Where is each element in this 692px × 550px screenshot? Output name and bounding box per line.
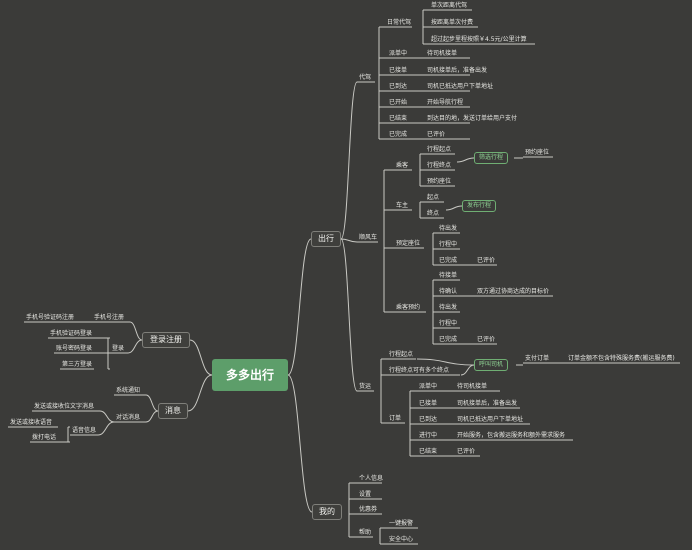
message-voice[interactable]: 语音信息 [72, 427, 96, 435]
huoyun-state-1[interactable]: 派单中 [419, 383, 437, 391]
daijia-daily-3[interactable]: 超过起步里程按照￥4.5元/公里计算 [431, 36, 527, 44]
mine-profile[interactable]: 个人信息 [359, 475, 383, 483]
shunfeng-d-end[interactable]: 终点 [427, 210, 439, 218]
shunfeng-r-2[interactable]: 行程中 [439, 241, 457, 249]
huoyun-desc-1: 待司机接单 [457, 383, 488, 390]
huoyun-call-tag[interactable]: 呼叫司机 [474, 359, 509, 371]
shunfeng-r-3[interactable]: 已完成 [439, 257, 457, 265]
login-reg-link [129, 321, 143, 341]
huoyun-state-5[interactable]: 已结束 [419, 448, 437, 456]
daijia-daily-2[interactable]: 按距离单次付费 [431, 19, 473, 27]
daijia-state-2[interactable]: 已接单 [389, 67, 407, 75]
msg-voice-link [97, 421, 115, 436]
daijia-daily-1[interactable]: 单次距离代驾 [431, 2, 467, 10]
shunfeng-publish-tag[interactable]: 发布行程 [462, 200, 497, 212]
root-to-message [187, 374, 213, 412]
mine-help-sos[interactable]: 一键报警 [389, 520, 413, 528]
huoyun-start[interactable]: 行程起点 [389, 351, 413, 359]
daijia-state-3[interactable]: 已到达 [389, 83, 407, 91]
filter-link [456, 157, 475, 163]
daijia-desc-2: 司机接单后，准备出发 [427, 67, 488, 74]
shunfeng-passenger[interactable]: 乘客 [396, 162, 408, 170]
daijia-state-1[interactable]: 派单中 [389, 50, 407, 58]
shunfeng-reserve[interactable]: 预定座位 [396, 240, 420, 248]
mine-help[interactable]: 帮助 [359, 529, 371, 537]
shunfeng-d-start[interactable]: 起点 [427, 194, 439, 202]
shunfeng-x-4[interactable]: 行程中 [439, 320, 457, 328]
message-voice-send[interactable]: 发送或接收语音 [10, 419, 52, 427]
daijia-desc-4: 开始导航行程 [427, 99, 464, 106]
login-signin[interactable]: 登录 [112, 345, 124, 353]
huoyun-desc-3: 司机已抵达用户下单地址 [457, 416, 524, 423]
daijia[interactable]: 代驾 [359, 74, 371, 82]
shunfeng-x-5[interactable]: 已完成 [439, 336, 457, 344]
daijia-desc-5: 到达目的地，发送订单给用户支付 [427, 115, 518, 122]
huoyun-ends[interactable]: 行程终点可有多个终点 [389, 367, 449, 375]
shunfeng-r-eval: 已评价 [477, 257, 496, 264]
mine-settings[interactable]: 设置 [359, 491, 371, 499]
shunfeng-p-next[interactable]: 预约座位 [525, 149, 549, 157]
message-dialog-text[interactable]: 发送或接收位文字消息 [34, 403, 94, 411]
daijia-state-4[interactable]: 已开始 [389, 99, 407, 107]
shunfeng-x-eval: 已评价 [477, 336, 496, 343]
huoyun-pay-note: 订单金额不包含特殊服务费(搬运服务费) [568, 355, 675, 362]
mine-coupons[interactable]: 优惠券 [359, 506, 377, 514]
root-to-travel [287, 238, 312, 376]
huoyun-state-2[interactable]: 已接单 [419, 400, 437, 408]
topic-message[interactable]: 消息 [158, 403, 188, 419]
shunfeng-x-1[interactable]: 待接单 [439, 272, 457, 280]
topic-login[interactable]: 登录注册 [142, 332, 190, 348]
huoyun-order[interactable]: 订单 [389, 415, 401, 423]
login-signin-link [127, 339, 143, 354]
root-to-login [189, 339, 213, 376]
msg-system-link [145, 394, 159, 412]
message-voice-call[interactable]: 拨打电话 [32, 434, 56, 442]
root-topic[interactable]: 多多出行 [212, 359, 288, 391]
travel-to-shunfeng [340, 238, 358, 243]
connector-lines [8, 9, 680, 545]
shunfeng-pax-reserve[interactable]: 乘客预约 [396, 304, 420, 312]
shunfeng-filter-tag[interactable]: 筛选行程 [474, 152, 509, 164]
msg-text-link [99, 410, 115, 423]
message-system[interactable]: 系统通知 [116, 387, 140, 395]
login-register[interactable]: 手机号注册 [94, 314, 124, 322]
call-end-link [460, 364, 475, 376]
shunfeng-x-2[interactable]: 待确认 [439, 288, 457, 296]
shunfeng[interactable]: 顺风车 [359, 234, 377, 242]
mine-help-safety[interactable]: 安全中心 [389, 536, 413, 544]
daijia-desc-6: 已评价 [427, 131, 446, 138]
root-to-mine [287, 374, 313, 513]
login-signin-sms[interactable]: 手机验证码登录 [50, 330, 92, 338]
message-dialog[interactable]: 对话消息 [116, 414, 140, 422]
shunfeng-x-confirm: 双方通过协商达成的目标价 [477, 288, 550, 295]
daijia-state-6[interactable]: 已完成 [389, 131, 407, 139]
daijia-state-5[interactable]: 已结束 [389, 115, 407, 123]
shunfeng-driver[interactable]: 车主 [396, 202, 408, 210]
huoyun-pay[interactable]: 支付订单 [525, 355, 549, 363]
publish-link [445, 205, 463, 211]
huoyun-desc-5: 已评价 [457, 448, 476, 455]
daijia-desc-1: 待司机接单 [427, 50, 458, 57]
login-register-sms[interactable]: 手机号验证码注册 [26, 314, 74, 322]
huoyun[interactable]: 货运 [359, 383, 371, 391]
huoyun-state-3[interactable]: 已到达 [419, 416, 437, 424]
huoyun-desc-2: 司机接单后，准备出发 [457, 400, 518, 407]
topic-travel[interactable]: 出行 [311, 231, 341, 247]
huoyun-state-4[interactable]: 进行中 [419, 432, 437, 440]
shunfeng-p-start[interactable]: 行程起点 [427, 146, 451, 154]
shunfeng-p-seat[interactable]: 预约座位 [427, 178, 451, 186]
travel-to-huoyun [340, 238, 358, 392]
daijia-daily[interactable]: 日常代驾 [387, 19, 411, 27]
shunfeng-x-3[interactable]: 待出发 [439, 304, 457, 312]
shunfeng-p-end[interactable]: 行程终点 [427, 162, 451, 170]
daijia-desc-3: 司机已抵达用户下单地址 [427, 83, 494, 90]
msg-dialog-link [145, 410, 159, 423]
call-start-link [416, 358, 475, 366]
huoyun-desc-4: 开始服务，包含搬运服务和额外需求服务 [457, 432, 566, 439]
travel-to-daijia [340, 81, 358, 240]
topic-mine[interactable]: 我的 [312, 504, 342, 520]
login-signin-thirdparty[interactable]: 第三方登录 [62, 361, 92, 369]
login-signin-password[interactable]: 账号密码登录 [56, 345, 92, 353]
shunfeng-r-1[interactable]: 待出发 [439, 225, 457, 233]
